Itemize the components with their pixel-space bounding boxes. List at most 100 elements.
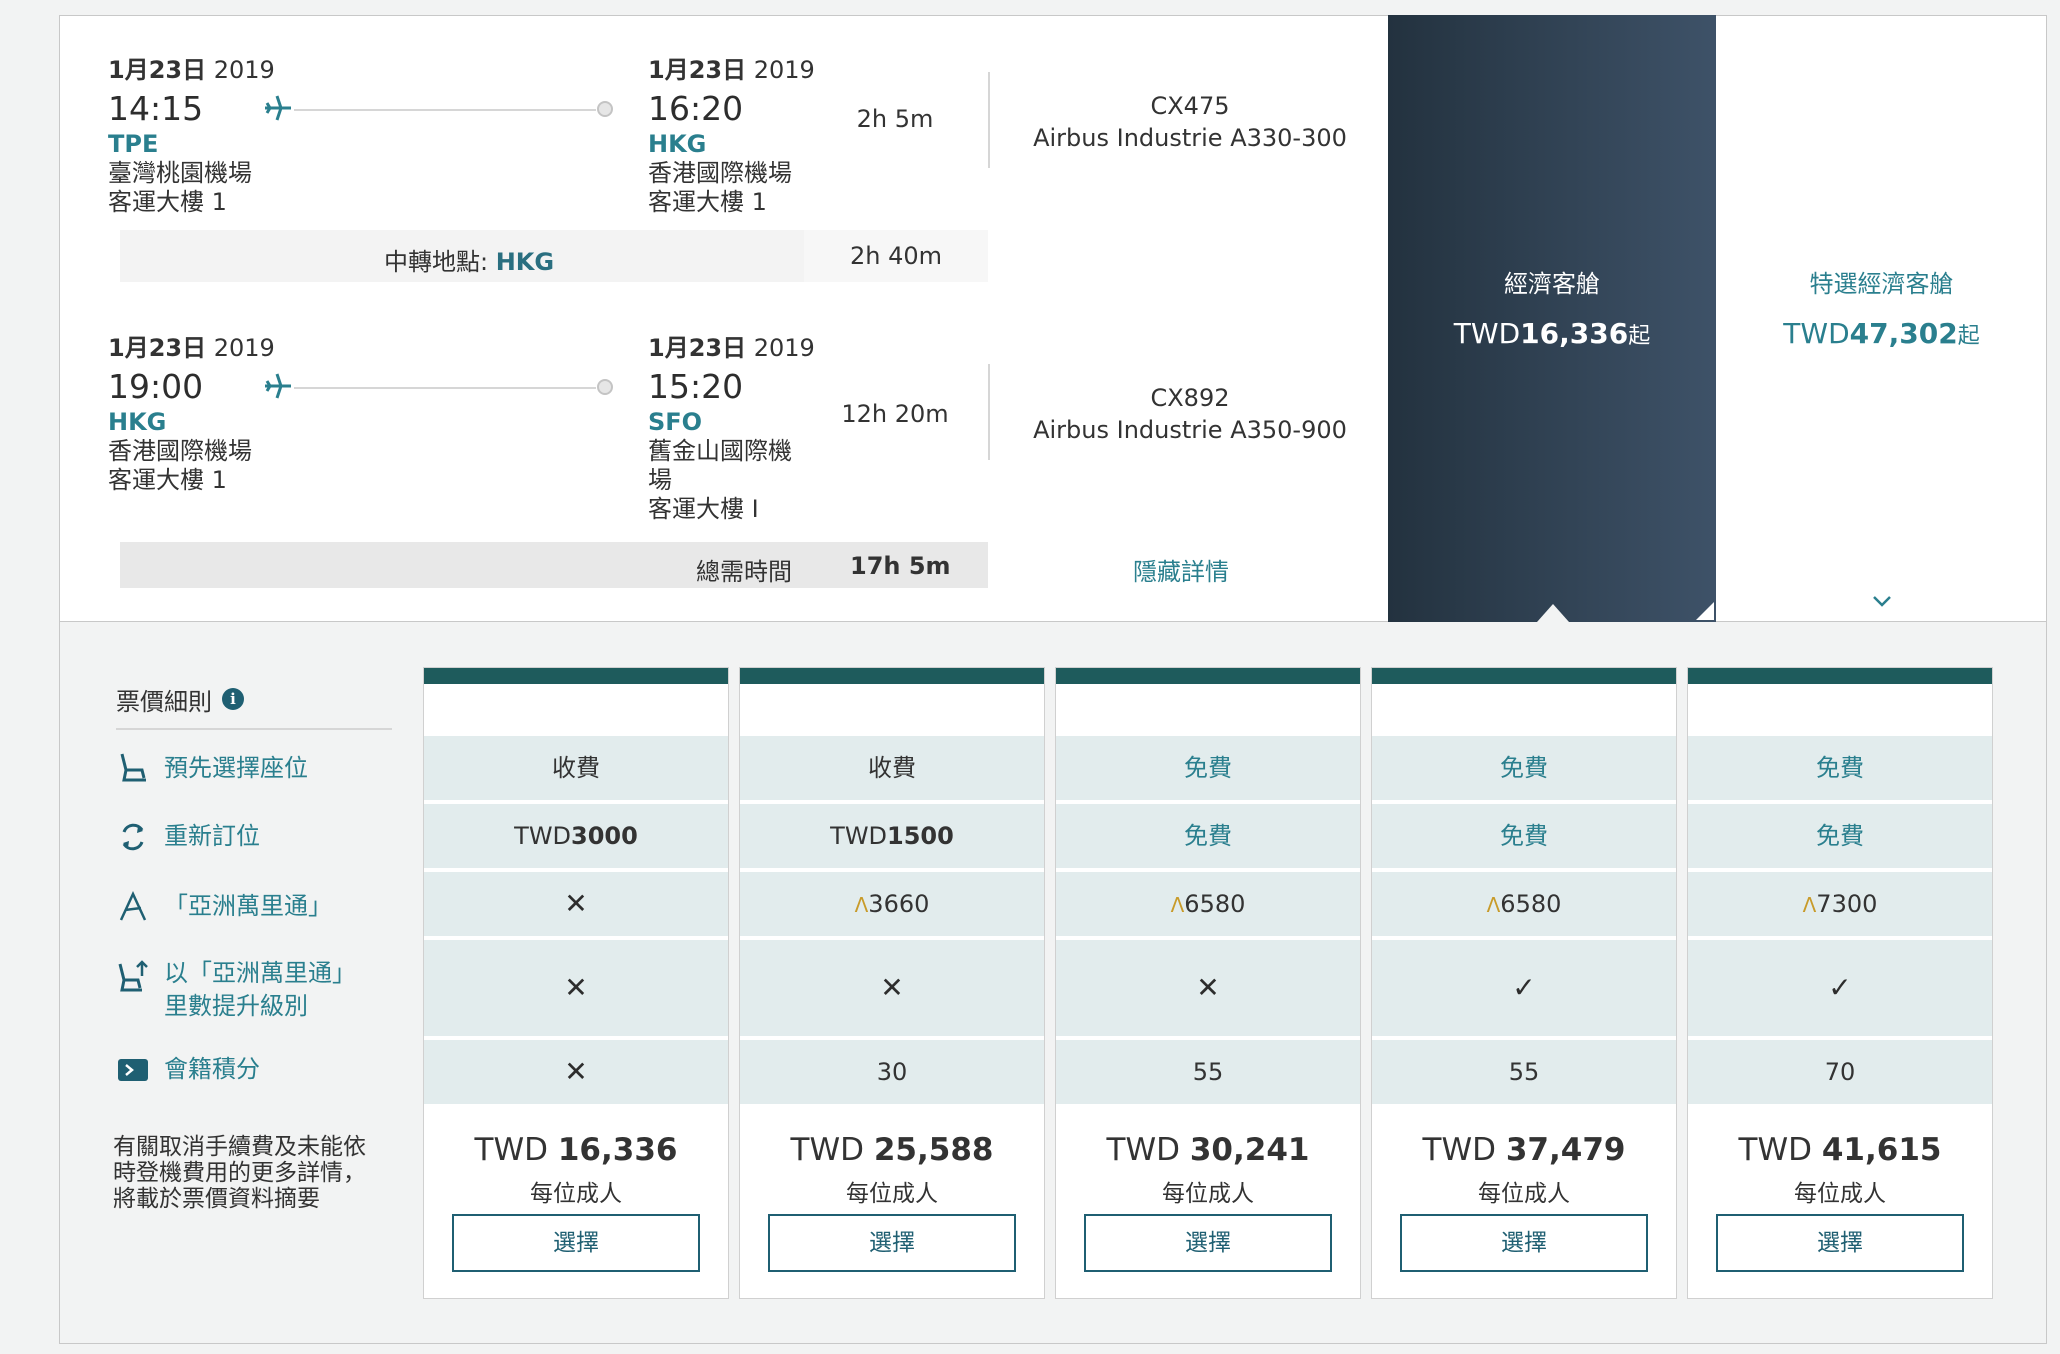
depart-code: HKG: [108, 408, 167, 436]
cabin-name: 經濟客艙: [1504, 270, 1600, 298]
select-fare-button[interactable]: 選擇: [452, 1214, 700, 1272]
cabin-economy[interactable]: 經濟客艙 TWD16,336起: [1388, 15, 1716, 622]
rebooking-cell: 免費: [1688, 804, 1992, 868]
select-fare-button[interactable]: 選擇: [1400, 1214, 1648, 1272]
check-icon: ✓: [1512, 971, 1536, 1004]
legend-rebooking: 重新訂位: [164, 822, 260, 850]
segment-2-departure: 1月23日 2019 19:00 HKG 香港國際機場 客運大樓 1: [108, 328, 275, 494]
arrive-time: 15:20: [648, 367, 744, 406]
arrive-airport-cont: 場: [648, 466, 672, 494]
segment-2-flight-info: CX892 Airbus Industrie A350-900: [1010, 382, 1370, 446]
per-adult-label: 每位成人: [846, 1181, 938, 1207]
rebooking-cell: TWD3000: [424, 804, 728, 868]
club-points-cell: 55: [1056, 1040, 1360, 1104]
rebook-icon: [122, 823, 144, 851]
select-fare-button[interactable]: 選擇: [1716, 1214, 1964, 1272]
asia-miles-icon: Λ: [1486, 893, 1501, 917]
seat-selection-cell: 收費: [424, 736, 728, 800]
depart-airport: 香港國際機場: [108, 437, 252, 465]
upgrade-cell: ✕: [1056, 940, 1360, 1036]
asia-miles-icon: [119, 891, 147, 921]
upgrade-cell: ✕: [740, 940, 1044, 1036]
route-line: [294, 109, 596, 111]
aircraft-type: Airbus Industrie A330-300: [1033, 124, 1347, 152]
select-fare-button[interactable]: 選擇: [1084, 1214, 1332, 1272]
cabin-name: 特選經濟客艙: [1809, 270, 1954, 298]
segment-1-duration: 2h 5m: [856, 105, 934, 133]
depart-time: 14:15: [108, 89, 204, 128]
depart-code: TPE: [108, 130, 159, 158]
hide-details-link[interactable]: 隱藏詳情: [1133, 552, 1229, 587]
per-adult-label: 每位成人: [1478, 1181, 1570, 1207]
arrive-code: SFO: [648, 408, 703, 436]
fare-rules-title: 票價細則: [116, 688, 212, 716]
selected-pointer: [1537, 604, 1569, 622]
asia-miles-icon: Λ: [854, 893, 869, 917]
asia-miles-cell: Λ6580: [1372, 872, 1676, 936]
per-adult-label: 每位成人: [1794, 1181, 1886, 1207]
asia-miles-cell: Λ7300: [1688, 872, 1992, 936]
depart-time: 19:00: [108, 367, 204, 406]
transfer-label: 中轉地點:: [384, 248, 496, 276]
transfer-duration: 2h 40m: [804, 230, 988, 282]
info-icon[interactable]: i: [222, 688, 244, 710]
fare-option-1: 收費 TWD3000 ✕ ✕ ✕ TWD 16,336 每位成人 選擇: [423, 667, 729, 1299]
asia-miles-icon: Λ: [1170, 893, 1185, 917]
chevron-down-icon[interactable]: [1871, 593, 1893, 609]
close-icon: ✕: [564, 887, 588, 920]
asia-miles-cell: ✕: [424, 872, 728, 936]
arrive-airport: 香港國際機場: [648, 159, 792, 187]
depart-year: 2019: [213, 334, 275, 362]
fare-price: TWD 16,336: [474, 1132, 678, 1168]
select-fare-button[interactable]: 選擇: [768, 1214, 1016, 1272]
arrive-date: 1月23日: [648, 56, 747, 84]
legend-upgrade: 以「亞洲萬里通」 里數提升級別: [164, 959, 356, 1020]
seat-icon: [120, 753, 146, 782]
cabin-price: TWD16,336起: [1453, 317, 1651, 350]
route-end-dot: [597, 101, 613, 117]
seat-selection-cell: 免費: [1372, 736, 1676, 800]
fare-option-2: 收費 TWD1500 Λ3660 ✕ 30 TWD 25,588 每位成人 選擇: [739, 667, 1045, 1299]
fare-option-4: 免費 免費 Λ6580 ✓ 55 TWD 37,479 每位成人 選擇: [1371, 667, 1677, 1299]
plane-icon: [265, 95, 291, 121]
asia-miles-cell: Λ3660: [740, 872, 1044, 936]
rebooking-cell: 免費: [1372, 804, 1676, 868]
seat-selection-cell: 免費: [1688, 736, 1992, 800]
flight-number: CX475: [1150, 92, 1230, 120]
segment-1-departure: 1月23日 2019 14:15 TPE 臺灣桃園機場 客運大樓 1: [108, 50, 275, 216]
segment-1-arrival: 1月23日 2019 16:20 HKG 香港國際機場 客運大樓 1: [648, 50, 815, 216]
total-label: 總需時間: [696, 558, 792, 586]
depart-terminal: 客運大樓 1: [108, 188, 227, 216]
transfer-bar: 中轉地點: HKG 2h 40m: [120, 230, 988, 282]
legend-asia-miles: 「亞洲萬里通」: [164, 892, 332, 920]
segment-2-arrival: 1月23日 2019 15:20 SFO 舊金山國際機 場 客運大樓 I: [648, 328, 815, 523]
arrive-code: HKG: [648, 130, 707, 158]
arrive-year: 2019: [753, 56, 815, 84]
fare-price: TWD 37,479: [1422, 1132, 1626, 1168]
legend-club-points: 會籍積分: [164, 1055, 260, 1083]
depart-date: 1月23日: [108, 56, 207, 84]
arrive-date: 1月23日: [648, 334, 747, 362]
upgrade-cell: ✕: [424, 940, 728, 1036]
club-points-cell: ✕: [424, 1040, 728, 1104]
legend-seat-selection: 預先選擇座位: [164, 754, 308, 782]
route-line: [294, 387, 596, 389]
selected-corner-icon: [1696, 602, 1714, 620]
segment-1-flight-info: CX475 Airbus Industrie A330-300: [1010, 90, 1370, 154]
rebooking-cell: 免費: [1056, 804, 1360, 868]
seat-selection-cell: 免費: [1056, 736, 1360, 800]
asia-miles-cell: Λ6580: [1056, 872, 1360, 936]
club-points-icon: [118, 1059, 148, 1081]
fare-price: TWD 25,588: [790, 1132, 994, 1168]
total-duration-bar: 總需時間 17h 5m: [120, 542, 988, 588]
cabin-premium-economy[interactable]: 特選經濟客艙 TWD47,302起: [1716, 15, 2047, 622]
per-adult-label: 每位成人: [1162, 1181, 1254, 1207]
cabin-price: TWD47,302起: [1783, 317, 1980, 350]
arrive-airport: 舊金山國際機: [648, 437, 792, 465]
arrive-year: 2019: [753, 334, 815, 362]
aircraft-type: Airbus Industrie A350-900: [1033, 416, 1347, 444]
transfer-code: HKG: [495, 248, 555, 276]
depart-terminal: 客運大樓 1: [108, 466, 227, 494]
divider: [988, 364, 990, 460]
depart-year: 2019: [213, 56, 275, 84]
